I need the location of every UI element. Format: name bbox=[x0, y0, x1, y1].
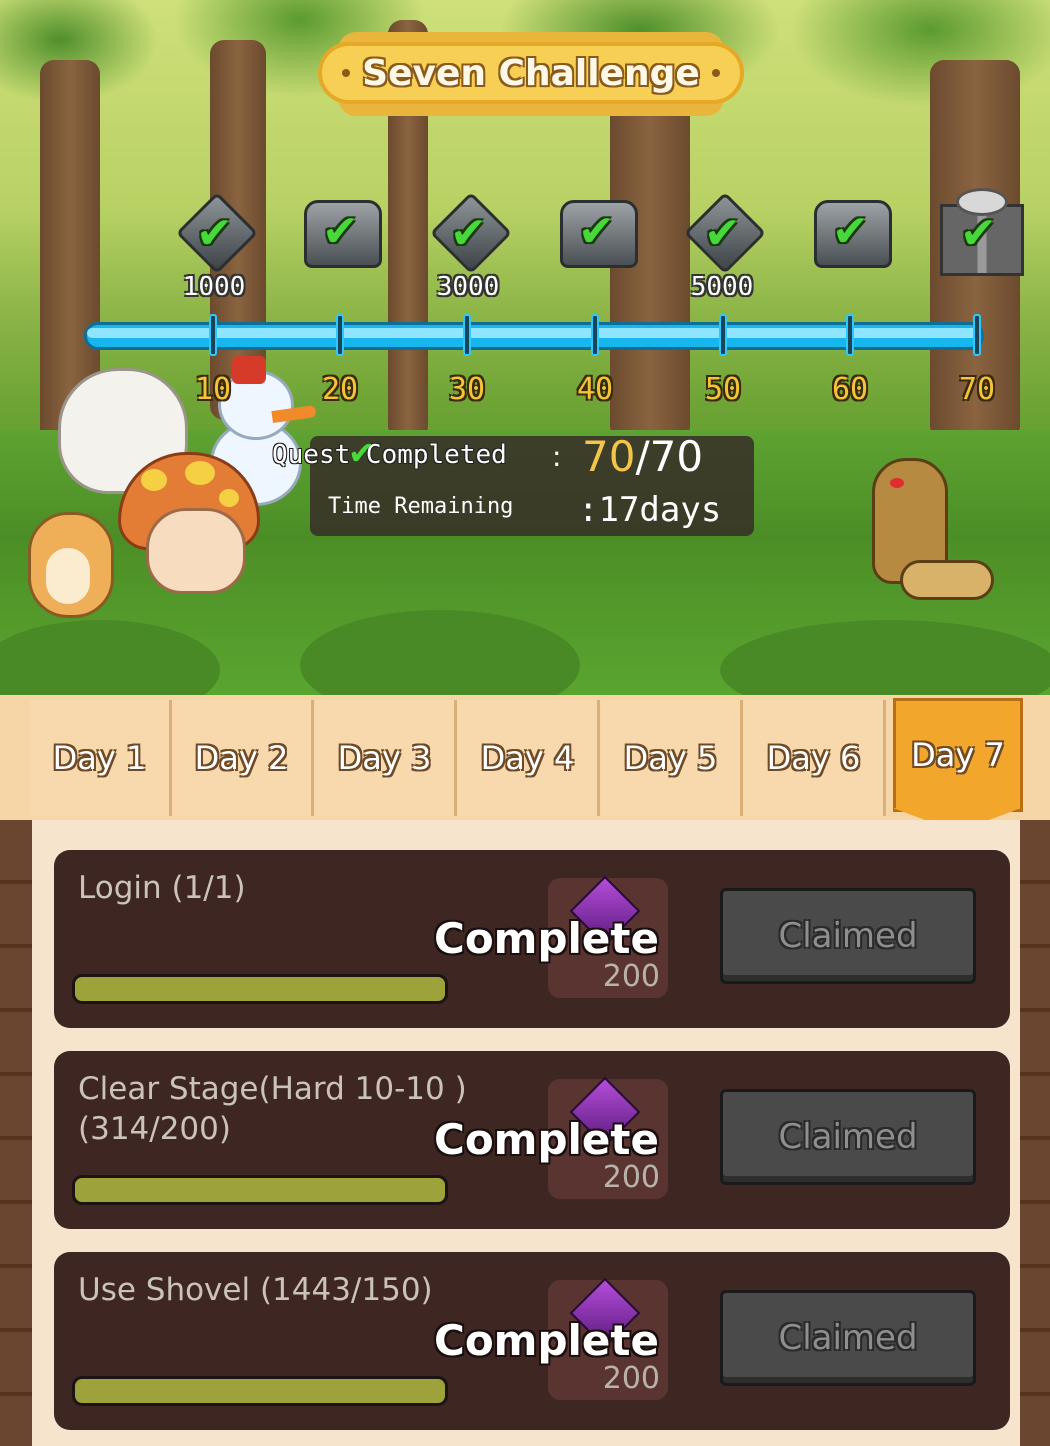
button-label: Claimed bbox=[778, 1318, 918, 1358]
quest-name: Use Shovel (1443/150) bbox=[78, 1272, 433, 1308]
quest-completed-count: 70/70 bbox=[582, 432, 703, 481]
check-icon: ✔ bbox=[578, 206, 615, 257]
cobra-tail bbox=[900, 560, 994, 600]
tab-label: Day 1 bbox=[52, 739, 147, 777]
title-banner: Seven Challenge bbox=[318, 18, 744, 118]
check-icon: ✔ bbox=[832, 206, 869, 257]
milestone-label: 5000 bbox=[690, 272, 754, 302]
quest-progress-fill bbox=[75, 1379, 445, 1403]
quest-name: Login (1/1) bbox=[78, 870, 246, 906]
tab-label: Day 3 bbox=[337, 739, 432, 777]
quest-progress-bar bbox=[72, 974, 448, 1004]
progress-tick-label: 20 bbox=[321, 372, 359, 407]
tab-label: Day 4 bbox=[480, 739, 575, 777]
tab-day-3[interactable]: Day 3 bbox=[315, 700, 457, 816]
milestone-label: 1000 bbox=[182, 272, 246, 302]
quest-completed-label: Quest Completed bbox=[272, 440, 507, 470]
check-icon: ✔ bbox=[196, 208, 233, 259]
milestone-reward-5[interactable]: ✔ bbox=[682, 191, 767, 276]
tab-day-7[interactable]: Day 7 bbox=[893, 698, 1023, 812]
claimed-button[interactable]: Claimed bbox=[720, 1089, 976, 1185]
quest-progress-fill bbox=[75, 977, 445, 1001]
progress-tick-label: 60 bbox=[831, 372, 869, 407]
quest-card-2: Clear Stage(Hard 10-10 ) (314/200) 200 C… bbox=[54, 1051, 1010, 1229]
mushroom-face bbox=[146, 508, 246, 594]
tab-day-6[interactable]: Day 6 bbox=[744, 700, 886, 816]
time-remaining-value: :17days bbox=[578, 490, 722, 530]
progress-tick-label: 10 bbox=[194, 372, 232, 407]
wood-frame-right bbox=[1020, 820, 1050, 1446]
progress-tick bbox=[209, 314, 217, 356]
tab-label: Day 7 bbox=[911, 736, 1005, 774]
check-icon: ✔ bbox=[704, 208, 741, 259]
wood-frame-left bbox=[0, 820, 32, 1446]
milestone-reward-3[interactable]: ✔ bbox=[428, 191, 513, 276]
dot-ornament bbox=[711, 69, 720, 77]
milestone-reward-6[interactable]: ✔ bbox=[810, 194, 892, 274]
button-label: Claimed bbox=[778, 916, 918, 956]
fox-belly bbox=[46, 548, 90, 604]
quest-status: Complete bbox=[434, 914, 659, 963]
claimed-button[interactable]: Claimed bbox=[720, 1290, 976, 1386]
quest-status: Complete bbox=[434, 1316, 659, 1365]
reward-amount: 200 bbox=[602, 1160, 660, 1195]
tab-label: Day 5 bbox=[623, 739, 718, 777]
milestone-reward-2[interactable]: ✔ bbox=[300, 194, 382, 274]
quest-card-3: Use Shovel (1443/150) 200 Complete Claim… bbox=[54, 1252, 1010, 1430]
check-icon: ✔ bbox=[450, 208, 487, 259]
milestone-reward-1[interactable]: ✔ bbox=[174, 191, 259, 276]
reward-amount: 200 bbox=[602, 1361, 660, 1396]
tab-day-4[interactable]: Day 4 bbox=[458, 700, 600, 816]
tab-label: Day 6 bbox=[766, 739, 861, 777]
quest-progress-fill bbox=[75, 1178, 445, 1202]
progress-tick bbox=[591, 314, 599, 356]
tab-day-2[interactable]: Day 2 bbox=[172, 700, 314, 816]
tab-day-5[interactable]: Day 5 bbox=[601, 700, 743, 816]
progress-tick bbox=[719, 314, 727, 356]
progress-tick bbox=[846, 314, 854, 356]
progress-tick-label: 50 bbox=[704, 372, 742, 407]
quest-total-count: /70 bbox=[635, 432, 704, 481]
check-icon: ✔ bbox=[960, 208, 997, 259]
progress-tick-label: 40 bbox=[576, 372, 614, 407]
reward-amount: 200 bbox=[602, 959, 660, 994]
page-title: Seven Challenge bbox=[362, 52, 700, 94]
forest-background: Seven Challenge ✔ 1000 ✔ ✔ 3000 ✔ ✔ 5000… bbox=[0, 0, 1050, 695]
claimed-button[interactable]: Claimed bbox=[720, 888, 976, 984]
milestone-label: 3000 bbox=[436, 272, 500, 302]
tab-label: Day 2 bbox=[194, 739, 289, 777]
quest-progress-bar bbox=[72, 1376, 448, 1406]
progress-tick-label: 70 bbox=[958, 372, 996, 407]
quest-card-1: Login (1/1) 200 Complete Claimed bbox=[54, 850, 1010, 1028]
check-icon: ✔ bbox=[322, 206, 359, 257]
button-label: Claimed bbox=[778, 1117, 918, 1157]
tab-day-1[interactable]: Day 1 bbox=[30, 700, 172, 816]
quest-done-count: 70 bbox=[582, 432, 636, 481]
cobra-eye bbox=[890, 478, 904, 488]
quest-status: Complete bbox=[434, 1115, 659, 1164]
quest-progress-bar bbox=[72, 1175, 448, 1205]
progress-tick bbox=[463, 314, 471, 356]
milestone-reward-7[interactable]: ✔ bbox=[934, 188, 1024, 276]
progress-tick-label: 30 bbox=[448, 372, 486, 407]
milestone-reward-4[interactable]: ✔ bbox=[556, 194, 638, 274]
dot-ornament bbox=[342, 69, 351, 77]
progress-tick bbox=[336, 314, 344, 356]
progress-tick bbox=[973, 314, 981, 356]
separator: : bbox=[552, 440, 562, 473]
check-icon: ✔ bbox=[348, 434, 375, 472]
time-remaining-label: Time Remaining bbox=[328, 494, 514, 519]
